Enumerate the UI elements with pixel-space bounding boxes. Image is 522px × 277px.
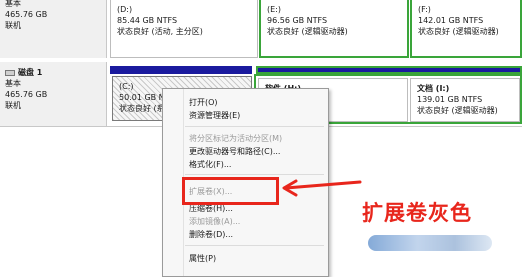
watermark xyxy=(368,235,492,251)
annotation-label: 扩展卷灰色 xyxy=(362,201,472,225)
